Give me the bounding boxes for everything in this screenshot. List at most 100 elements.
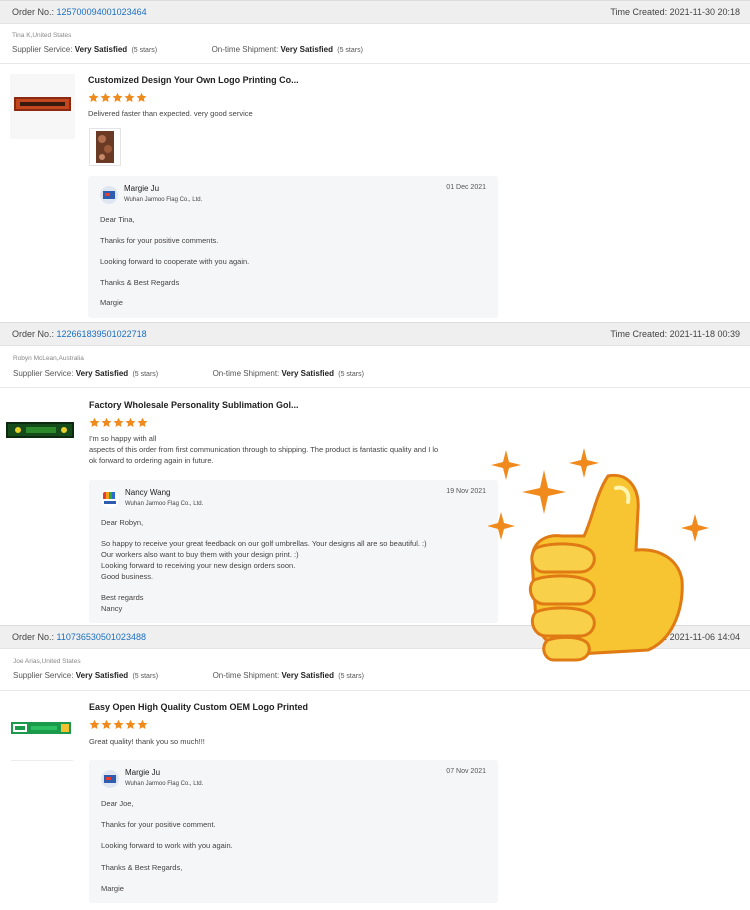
on-time-shipment-label: On-time Shipment: [212, 369, 280, 378]
seller-avatar [101, 490, 119, 508]
seller-reply: Margie Ju Wuhan Jarmoo Flag Co., Ltd. 01… [88, 176, 498, 318]
seller-company: Wuhan Jarmoo Flag Co., Ltd. [124, 197, 203, 203]
order-no-label: Order No.: [12, 7, 55, 17]
star-icon [137, 719, 148, 730]
seller-name: Nancy Wang [125, 488, 171, 497]
on-time-shipment-rating: Very Satisfied [281, 671, 334, 680]
star-icon [101, 719, 112, 730]
supplier-service-label: Supplier Service: [13, 369, 74, 378]
divider [0, 63, 750, 64]
product-title-link[interactable]: Customized Design Your Own Logo Printing… [88, 75, 299, 85]
reply-date: 01 Dec 2021 [446, 184, 486, 191]
star-icon [137, 417, 148, 428]
reply-line: Dear Joe, [101, 799, 134, 808]
reply-line: Looking forward to cooperate with you ag… [100, 257, 250, 266]
reply-line: Looking forward to receiving your new de… [101, 561, 296, 570]
thumbs-up-sticker [488, 448, 709, 662]
on-time-shipment-rating: Very Satisfied [280, 45, 333, 54]
divider [0, 690, 750, 691]
sparkle-icon [569, 448, 599, 478]
review-text: Delivered faster than expected. very goo… [88, 109, 253, 118]
reply-line: Dear Robyn, [101, 518, 144, 527]
review-text-line: aspects of this order from first communi… [89, 445, 439, 454]
product-title-link[interactable]: Factory Wholesale Personality Sublimatio… [89, 400, 299, 410]
sparkle-icon [681, 514, 709, 542]
supplier-service-label: Supplier Service: [13, 671, 74, 680]
sparkle-icon [522, 470, 566, 514]
review-photo[interactable] [89, 128, 121, 166]
star-icon [112, 92, 123, 103]
supplier-service-stars: (5 stars) [131, 47, 158, 54]
on-time-shipment-rating: Very Satisfied [281, 369, 334, 378]
star-icon [136, 92, 147, 103]
star-icon [113, 719, 124, 730]
review-photo-image [96, 131, 114, 163]
order-no-link[interactable]: 125700094001023464 [57, 7, 147, 17]
star-icon [89, 417, 100, 428]
seller-name: Margie Ju [124, 184, 160, 193]
reply-line: Thanks & Best Regards, [101, 863, 183, 872]
divider [0, 387, 750, 388]
supplier-service-rating: Very Satisfied [75, 369, 129, 378]
rating-stars [89, 719, 148, 730]
product-thumbnail[interactable] [11, 720, 71, 736]
reply-line: Thanks for your positive comment. [101, 820, 216, 829]
order-no-link[interactable]: 122661839501022718 [57, 329, 147, 339]
product-image-golf-banner [6, 422, 74, 438]
order-no-label: Order No.: [12, 632, 55, 642]
buyer-name: Robyn McLean,Australia [13, 355, 84, 362]
supplier-service-rating: Very Satisfied [74, 45, 128, 54]
reply-line: Our workers also want to buy them with y… [101, 550, 299, 559]
seller-avatar [101, 770, 119, 788]
reply-line: Good business. [101, 572, 154, 581]
order-header: Order No.: 122661839501022718 Time Creat… [0, 322, 750, 346]
service-ratings: Supplier Service: Very Satisfied (5 star… [13, 671, 364, 680]
star-icon [113, 417, 124, 428]
buyer-name: Tina K,United States [12, 32, 72, 39]
reply-line: Nancy [101, 604, 123, 613]
time-created-label: Time Created: [610, 7, 668, 17]
rating-stars [89, 417, 148, 428]
order-header: Order No.: 125700094001023464 Time Creat… [0, 0, 750, 24]
on-time-shipment-stars: (5 stars) [337, 47, 363, 54]
reply-line: Margie [101, 884, 124, 893]
reply-line: Looking forward to work with you again. [101, 841, 233, 850]
time-created-value: 2021-11-30 20:18 [669, 7, 740, 17]
supplier-service-stars: (5 stars) [132, 673, 159, 680]
on-time-shipment-stars: (5 stars) [338, 371, 364, 378]
reply-line: Best regards [101, 593, 144, 602]
sparkle-icon [491, 450, 521, 480]
service-ratings: Supplier Service: Very Satisfied (5 star… [13, 369, 364, 378]
supplier-service-label: Supplier Service: [12, 45, 73, 54]
thumbnail-divider [11, 760, 73, 761]
star-icon [125, 719, 136, 730]
on-time-shipment-stars: (5 stars) [338, 673, 364, 680]
product-thumbnail[interactable] [10, 74, 75, 139]
star-icon [124, 92, 135, 103]
reply-line: Dear Tina, [100, 215, 135, 224]
sparkle-icon [488, 512, 515, 540]
reply-line: Thanks & Best Regards [100, 278, 180, 287]
star-icon [101, 417, 112, 428]
reply-date: 19 Nov 2021 [446, 488, 486, 495]
seller-company: Wuhan Jarmoo Flag Co., Ltd. [125, 501, 204, 507]
seller-company: Wuhan Jarmoo Flag Co., Ltd. [125, 781, 204, 787]
seller-avatar [100, 186, 118, 204]
supplier-service-stars: (5 stars) [132, 371, 159, 378]
product-title-link[interactable]: Easy Open High Quality Custom OEM Logo P… [89, 702, 308, 712]
product-thumbnail[interactable] [6, 420, 74, 440]
seller-name: Margie Ju [125, 768, 161, 777]
on-time-shipment-label: On-time Shipment: [211, 45, 279, 54]
product-image-green-mat [11, 722, 71, 734]
order-no-link[interactable]: 110736530501023488 [57, 632, 146, 642]
reply-line: So happy to receive your great feedback … [101, 539, 427, 548]
star-icon [125, 417, 136, 428]
supplier-service-rating: Very Satisfied [75, 671, 129, 680]
star-icon [100, 92, 111, 103]
seller-reply: Margie Ju Wuhan Jarmoo Flag Co., Ltd. 07… [89, 760, 498, 903]
order-no-label: Order No.: [12, 329, 55, 339]
review-text-line: ok forward to ordering again in future. [89, 456, 214, 465]
review-text-line: I'm so happy with all [89, 434, 157, 443]
product-image-bar-mat [14, 97, 71, 111]
review-text: Great quality! thank you so much!!! [89, 737, 205, 746]
